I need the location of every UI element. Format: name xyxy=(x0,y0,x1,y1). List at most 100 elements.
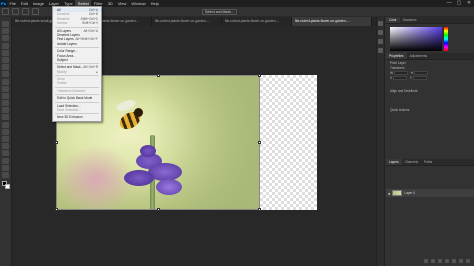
x-field[interactable] xyxy=(393,76,408,81)
new-layer-icon[interactable] xyxy=(459,259,463,263)
color-picker-field[interactable] xyxy=(390,27,442,51)
tab-color[interactable]: Color xyxy=(386,17,400,23)
tab-channels[interactable]: Channels xyxy=(402,159,421,165)
libraries-icon[interactable] xyxy=(378,39,383,44)
menu-item-shortcut: Shift+Ctrl+I xyxy=(82,21,98,26)
type-tool-icon[interactable] xyxy=(2,136,9,142)
transform-handle[interactable] xyxy=(157,208,160,211)
pen-tool-icon[interactable] xyxy=(2,128,9,135)
crop-tool-icon[interactable] xyxy=(2,49,9,56)
menu-item-label: Save Selection... xyxy=(57,108,81,113)
menu-help[interactable]: Help xyxy=(148,0,161,7)
tab-paths[interactable]: Paths xyxy=(421,159,435,165)
paragraph-icon[interactable] xyxy=(378,48,383,53)
menu-item-subject[interactable]: Subject xyxy=(53,58,101,62)
more-tools-icon[interactable] xyxy=(2,171,9,178)
menu-separator xyxy=(55,47,99,49)
blur-tool-icon[interactable] xyxy=(2,114,9,121)
dodge-tool-icon[interactable] xyxy=(2,121,9,128)
layers-panel-tabs: Layers Channels Paths xyxy=(386,159,474,166)
color-swatches[interactable] xyxy=(1,181,10,190)
menu-item-label: Isolate Layers xyxy=(57,41,77,46)
zoom-tool-icon[interactable] xyxy=(2,164,9,171)
group-icon[interactable] xyxy=(452,259,456,263)
menu-item-edit-in-quick-mask-mode[interactable]: Edit in Quick Mask Mode xyxy=(53,96,101,100)
document-tab[interactable]: file-rodent-plants-flower-on-garden-... xyxy=(152,17,222,26)
gradient-tool-icon[interactable] xyxy=(2,107,9,114)
select-and-mask-button[interactable]: Select and Mask... xyxy=(202,8,237,15)
fx-icon[interactable] xyxy=(431,259,435,263)
menu-separator xyxy=(55,63,99,65)
eraser-tool-icon[interactable] xyxy=(2,100,9,107)
menu-window[interactable]: Window xyxy=(129,0,148,7)
path-select-tool-icon[interactable] xyxy=(2,143,9,150)
brush-tool-icon[interactable] xyxy=(2,78,9,85)
menu-item-shortcut: Alt+Shift+Ctrl+F xyxy=(75,37,98,42)
tool-preset-icon[interactable] xyxy=(2,8,9,15)
lasso-tool-icon[interactable] xyxy=(2,35,9,42)
minimize-button[interactable]: — xyxy=(444,0,454,7)
link-icon[interactable] xyxy=(424,259,428,263)
y-field[interactable] xyxy=(412,76,427,81)
adjustment-layer-icon[interactable] xyxy=(445,259,449,263)
transform-xy-row: X Y xyxy=(386,76,474,81)
menu-item-label: Similar xyxy=(57,81,67,86)
y-label: Y xyxy=(409,76,412,80)
document-tab[interactable]: file-rodent-plants-flower-on-garden-... xyxy=(292,17,372,26)
adjustments-icon[interactable] xyxy=(378,30,383,35)
menu-separator xyxy=(55,26,99,28)
maximize-button[interactable]: ▢ xyxy=(454,0,464,7)
transform-handle[interactable] xyxy=(55,208,58,211)
select-menu-dropdown: All Ctrl+A Deselect Ctrl+D Reselect Shift+Ctr… xyxy=(52,6,102,122)
eyedropper-tool-icon[interactable] xyxy=(2,64,9,71)
marquee-tool-icon[interactable] xyxy=(2,28,9,35)
add-to-selection-icon[interactable] xyxy=(22,8,29,15)
menu-3d[interactable]: 3D xyxy=(105,0,115,7)
document-tab[interactable]: file-rodent-plants-flower-on-garden-... xyxy=(222,17,292,26)
layer-row[interactable]: ● Layer 0 xyxy=(386,189,474,197)
history-brush-tool-icon[interactable] xyxy=(2,92,9,99)
history-icon[interactable] xyxy=(378,21,383,26)
right-panels: Color Swatches Properties Adjustments Pi… xyxy=(376,17,474,266)
visibility-eye-icon[interactable]: ● xyxy=(388,191,390,196)
tab-swatches[interactable]: Swatches xyxy=(400,17,420,23)
menu-view[interactable]: View xyxy=(115,0,129,7)
menu-item-new-3d-extrusion[interactable]: New 3D Extrusion xyxy=(53,115,101,119)
quick-select-tool-icon[interactable] xyxy=(2,42,9,49)
width-field[interactable] xyxy=(393,71,408,76)
trash-icon[interactable] xyxy=(466,259,470,263)
close-button[interactable]: ✕ xyxy=(464,0,474,7)
tab-properties[interactable]: Properties xyxy=(386,53,407,59)
move-tool-icon[interactable] xyxy=(2,21,9,27)
menu-item-isolate-layers[interactable]: Isolate Layers xyxy=(53,42,101,46)
rectangle-tool-icon[interactable] xyxy=(2,150,9,157)
hue-slider[interactable] xyxy=(444,27,448,51)
transform-handle[interactable] xyxy=(258,208,261,211)
hand-tool-icon[interactable] xyxy=(2,157,9,164)
height-field[interactable] xyxy=(414,71,428,76)
menu-image[interactable]: Image xyxy=(30,0,46,7)
menu-item-inverse: Inverse Shift+Ctrl+I xyxy=(53,21,101,25)
subtract-selection-icon[interactable] xyxy=(32,8,39,15)
healing-tool-icon[interactable] xyxy=(2,71,9,78)
tab-adjustments[interactable]: Adjustments xyxy=(407,53,431,59)
menu-separator xyxy=(55,113,99,115)
new-selection-icon[interactable] xyxy=(12,8,19,15)
transform-handle[interactable] xyxy=(55,141,58,144)
transform-handle[interactable] xyxy=(157,74,160,77)
menu-item-label: Subject xyxy=(57,57,68,62)
background-color-swatch[interactable] xyxy=(4,184,10,190)
menu-separator xyxy=(55,94,99,96)
transform-handle[interactable] xyxy=(258,141,261,144)
transform-handle[interactable] xyxy=(258,74,261,77)
menu-item-similar: Similar xyxy=(53,81,101,85)
mask-icon[interactable] xyxy=(438,259,442,263)
menu-item-label: Modify xyxy=(57,69,67,74)
tab-layers[interactable]: Layers xyxy=(386,159,402,165)
menu-edit[interactable]: Edit xyxy=(18,0,30,7)
menu-item-label: Inverse xyxy=(57,21,68,26)
frame-tool-icon[interactable] xyxy=(2,56,9,63)
menu-file[interactable]: File xyxy=(7,0,18,7)
menu-item-save-selection: Save Selection... xyxy=(53,108,101,112)
clone-stamp-tool-icon[interactable] xyxy=(2,85,9,92)
